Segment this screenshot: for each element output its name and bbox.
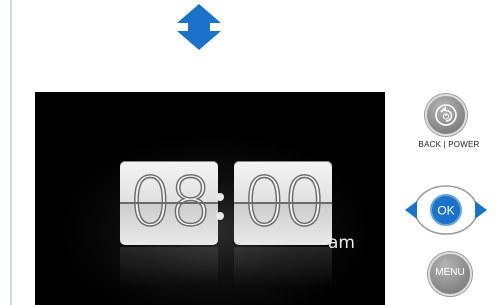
flip-divider: [120, 202, 218, 204]
am-pm-indicator: am: [328, 233, 355, 253]
left-divider: [10, 0, 12, 305]
flip-divider: [234, 202, 332, 204]
menu-button[interactable]: MENU: [428, 252, 472, 296]
ok-label: OK: [437, 204, 454, 218]
menu-label: MENU: [435, 267, 465, 278]
minutes-flip-card: 00: [234, 161, 332, 245]
minutes-reflection: [234, 247, 332, 287]
hours-flip-card: 08: [120, 161, 218, 245]
clock-display: 08 00 am: [35, 92, 385, 305]
back-power-button[interactable]: [425, 94, 467, 136]
back-power-icon: [435, 104, 457, 126]
colon-dot-top: [216, 193, 224, 201]
back-power-label: BACK | POWER: [418, 140, 480, 149]
up-down-arrow-icon: [177, 4, 221, 50]
arrow-left-icon[interactable]: [405, 201, 417, 219]
arrow-right-icon[interactable]: [475, 201, 487, 219]
colon-dot-bottom: [216, 212, 224, 220]
hours-reflection: [120, 247, 218, 287]
dpad[interactable]: OK: [405, 182, 487, 238]
